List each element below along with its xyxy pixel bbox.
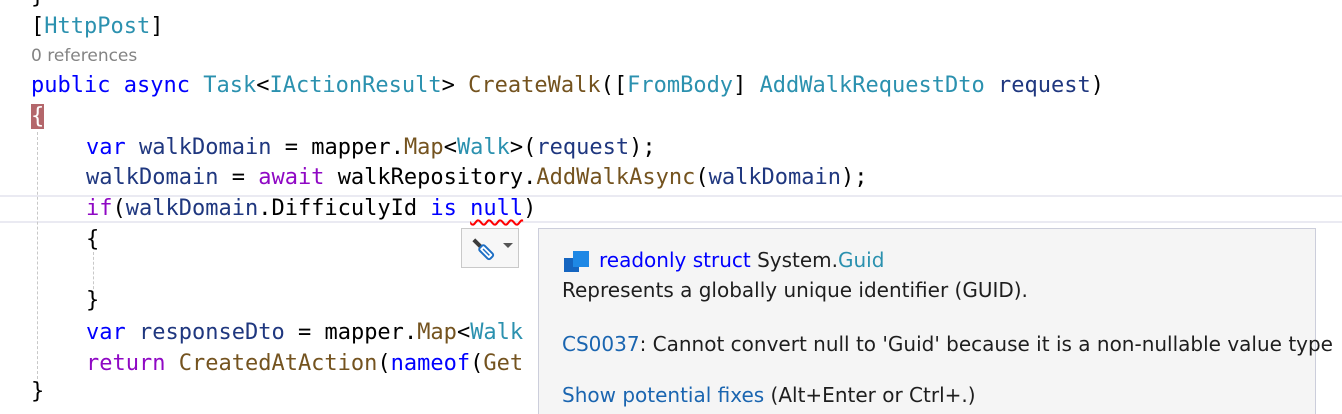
brace-match-highlight: { xyxy=(31,104,45,129)
quick-actions-button[interactable] xyxy=(461,228,519,268)
code-line-attribute: [HttpPost] xyxy=(31,14,164,39)
quick-info-description: Represents a globally unique identifier … xyxy=(562,278,1028,302)
code-line-prev-brace: } xyxy=(31,0,44,12)
code-line-open-brace: { xyxy=(31,102,45,132)
screwdriver-icon xyxy=(472,238,495,261)
code-line-5: return CreatedAtAction(nameof(Get xyxy=(86,351,524,376)
code-line-2: walkDomain = await walkRepository.AddWal… xyxy=(86,165,868,190)
code-line-3: if(walkDomain.DifficulyId is null) xyxy=(86,196,537,221)
code-editor[interactable]: } [HttpPost] 0 references public async T… xyxy=(0,0,1342,414)
indent-guide xyxy=(37,132,38,384)
quick-info-tooltip: readonly struct System.Guid Represents a… xyxy=(538,228,1333,414)
code-line-inner-open: { xyxy=(86,227,100,252)
chevron-down-icon[interactable] xyxy=(503,243,513,248)
quick-info-error: CS0037: Cannot convert null to 'Guid' be… xyxy=(562,332,1333,356)
error-squiggle-null[interactable]: null xyxy=(470,196,523,221)
quick-info-fixes: Show potential fixes (Alt+Enter or Ctrl+… xyxy=(562,383,976,407)
code-line-signature: public async Task<IActionResult> CreateW… xyxy=(31,73,1104,98)
code-line-4: var responseDto = mapper.Map<Walk xyxy=(86,320,524,345)
show-potential-fixes-link[interactable]: Show potential fixes xyxy=(562,383,764,407)
codelens-references[interactable]: 0 references xyxy=(31,44,137,68)
attribute-name: HttpPost xyxy=(44,14,151,39)
code-line-inner-close: } xyxy=(86,288,100,313)
code-line-1: var walkDomain = mapper.Map<Walk>(reques… xyxy=(86,135,656,160)
method-name: CreateWalk xyxy=(468,73,601,98)
code-line-close-brace: } xyxy=(31,379,45,404)
quick-info-signature: readonly struct System.Guid xyxy=(599,248,885,272)
struct-icon xyxy=(564,251,589,272)
error-code-link[interactable]: CS0037 xyxy=(562,332,640,356)
